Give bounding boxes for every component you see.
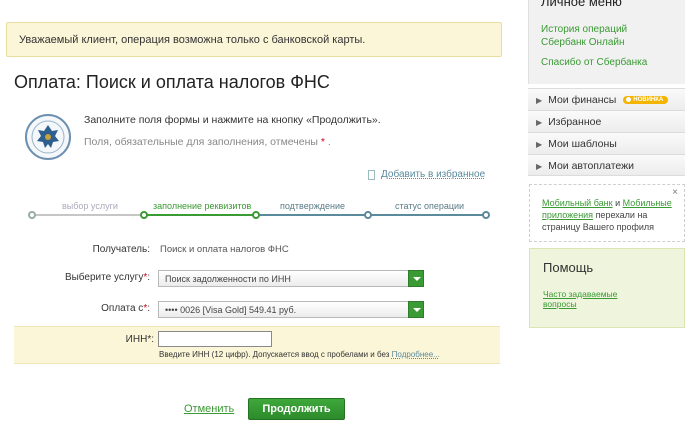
payfrom-select-value: •••• 0026 [Visa Gold] 549.41 руб.	[165, 305, 297, 315]
step-dot-3	[252, 211, 260, 219]
sidebar-menu: ▶ Мои финансы НОВИНКА ▶ Избранное ▶ Мои …	[528, 88, 685, 176]
personal-menu-panel: Личное меню История операций Сбербанк Он…	[528, 0, 685, 84]
payfrom-label: Оплата с*:	[101, 303, 150, 314]
inn-row: ИНН*: Введите ИНН (12 цифр). Допускается…	[14, 326, 500, 364]
chevron-right-icon: ▶	[536, 162, 543, 171]
step-label-1: выбор услуги	[62, 201, 118, 211]
service-row: Выберите услугу*: Поиск задолженности по…	[14, 270, 498, 288]
sidebar-item-templates[interactable]: ▶ Мои шаблоны	[528, 132, 685, 154]
page-title: Оплата: Поиск и оплата налогов ФНС	[14, 72, 330, 92]
add-to-favorites[interactable]: Добавить в избранное	[368, 169, 485, 180]
help-panel: Помощь Часто задаваемые вопросы	[529, 248, 685, 328]
recipient-value: Поиск и оплата налогов ФНС	[160, 244, 289, 255]
inn-hint: Введите ИНН (12 цифр). Допускается ввод …	[159, 350, 440, 359]
add-to-favorites-label: Добавить в избранное	[381, 169, 486, 180]
step-dot-1	[28, 211, 36, 219]
history-link[interactable]: История операций	[541, 23, 627, 36]
step-dot-5	[482, 211, 490, 219]
faq-link[interactable]: Часто задаваемые вопросы	[543, 289, 653, 309]
badge-dot-icon	[626, 97, 632, 103]
service-select-value: Поиск задолженности по ИНН	[165, 274, 291, 284]
step-label-2: заполнение реквизитов	[153, 201, 252, 211]
required-mark: *	[320, 136, 325, 148]
spasibo-link[interactable]: Спасибо от Сбербанка	[541, 56, 647, 69]
sidebar-item-finances[interactable]: ▶ Мои финансы НОВИНКА	[528, 88, 685, 110]
sidebar-item-favorites[interactable]: ▶ Избранное	[528, 110, 685, 132]
chevron-right-icon: ▶	[536, 140, 543, 149]
step-label-4: статус операции	[395, 201, 465, 211]
new-badge: НОВИНКА	[623, 96, 669, 105]
notice-text: Уважаемый клиент, операция возможна толь…	[19, 34, 366, 46]
chevron-right-icon: ▶	[536, 118, 543, 127]
fns-emblem-icon	[25, 114, 71, 160]
step-dot-2	[140, 211, 148, 219]
chevron-down-icon[interactable]	[408, 301, 424, 318]
bookmark-icon	[368, 169, 375, 180]
recipient-row: Получатель: Поиск и оплата налогов ФНС	[14, 244, 498, 258]
form-instruction: Заполните поля формы и нажмите на кнопку…	[84, 114, 381, 126]
recipient-label: Получатель:	[92, 244, 150, 255]
payfrom-row: Оплата с*: •••• 0026 [Visa Gold] 549.41 …	[14, 301, 498, 319]
continue-button[interactable]: Продолжить	[248, 398, 345, 420]
chevron-right-icon: ▶	[536, 96, 543, 105]
inn-label: ИНН*:	[125, 334, 154, 345]
service-label: Выберите услугу*:	[64, 272, 150, 283]
sidebar-item-autopayments[interactable]: ▶ Мои автоплатежи	[528, 154, 685, 176]
mobile-bank-link[interactable]: Мобильный банк	[542, 198, 613, 208]
step-line-done	[32, 214, 144, 216]
step-dot-4	[364, 211, 372, 219]
sberbank-online-link[interactable]: Сбербанк Онлайн	[541, 36, 625, 49]
step-label-3: подтверждение	[280, 201, 346, 211]
personal-menu-title: Личное меню	[541, 0, 622, 9]
moved-notice: × Мобильный банк и Мобильные приложения …	[529, 184, 685, 242]
payfrom-select[interactable]: •••• 0026 [Visa Gold] 549.41 руб.	[158, 301, 424, 318]
inn-more-link[interactable]: Подробнее...	[392, 350, 440, 359]
close-icon[interactable]: ×	[672, 187, 678, 199]
required-note: Поля, обязательные для заполнения, отмеч…	[84, 136, 331, 148]
service-select[interactable]: Поиск задолженности по ИНН	[158, 270, 424, 287]
notice-banner: Уважаемый клиент, операция возможна толь…	[6, 22, 502, 57]
progress-steps: выбор услуги заполнение реквизитов подтв…	[28, 200, 490, 230]
cancel-link[interactable]: Отменить	[184, 403, 234, 415]
step-line-active	[144, 214, 256, 216]
chevron-down-icon[interactable]	[408, 270, 424, 287]
help-title: Помощь	[543, 260, 594, 275]
inn-input[interactable]	[158, 331, 272, 347]
